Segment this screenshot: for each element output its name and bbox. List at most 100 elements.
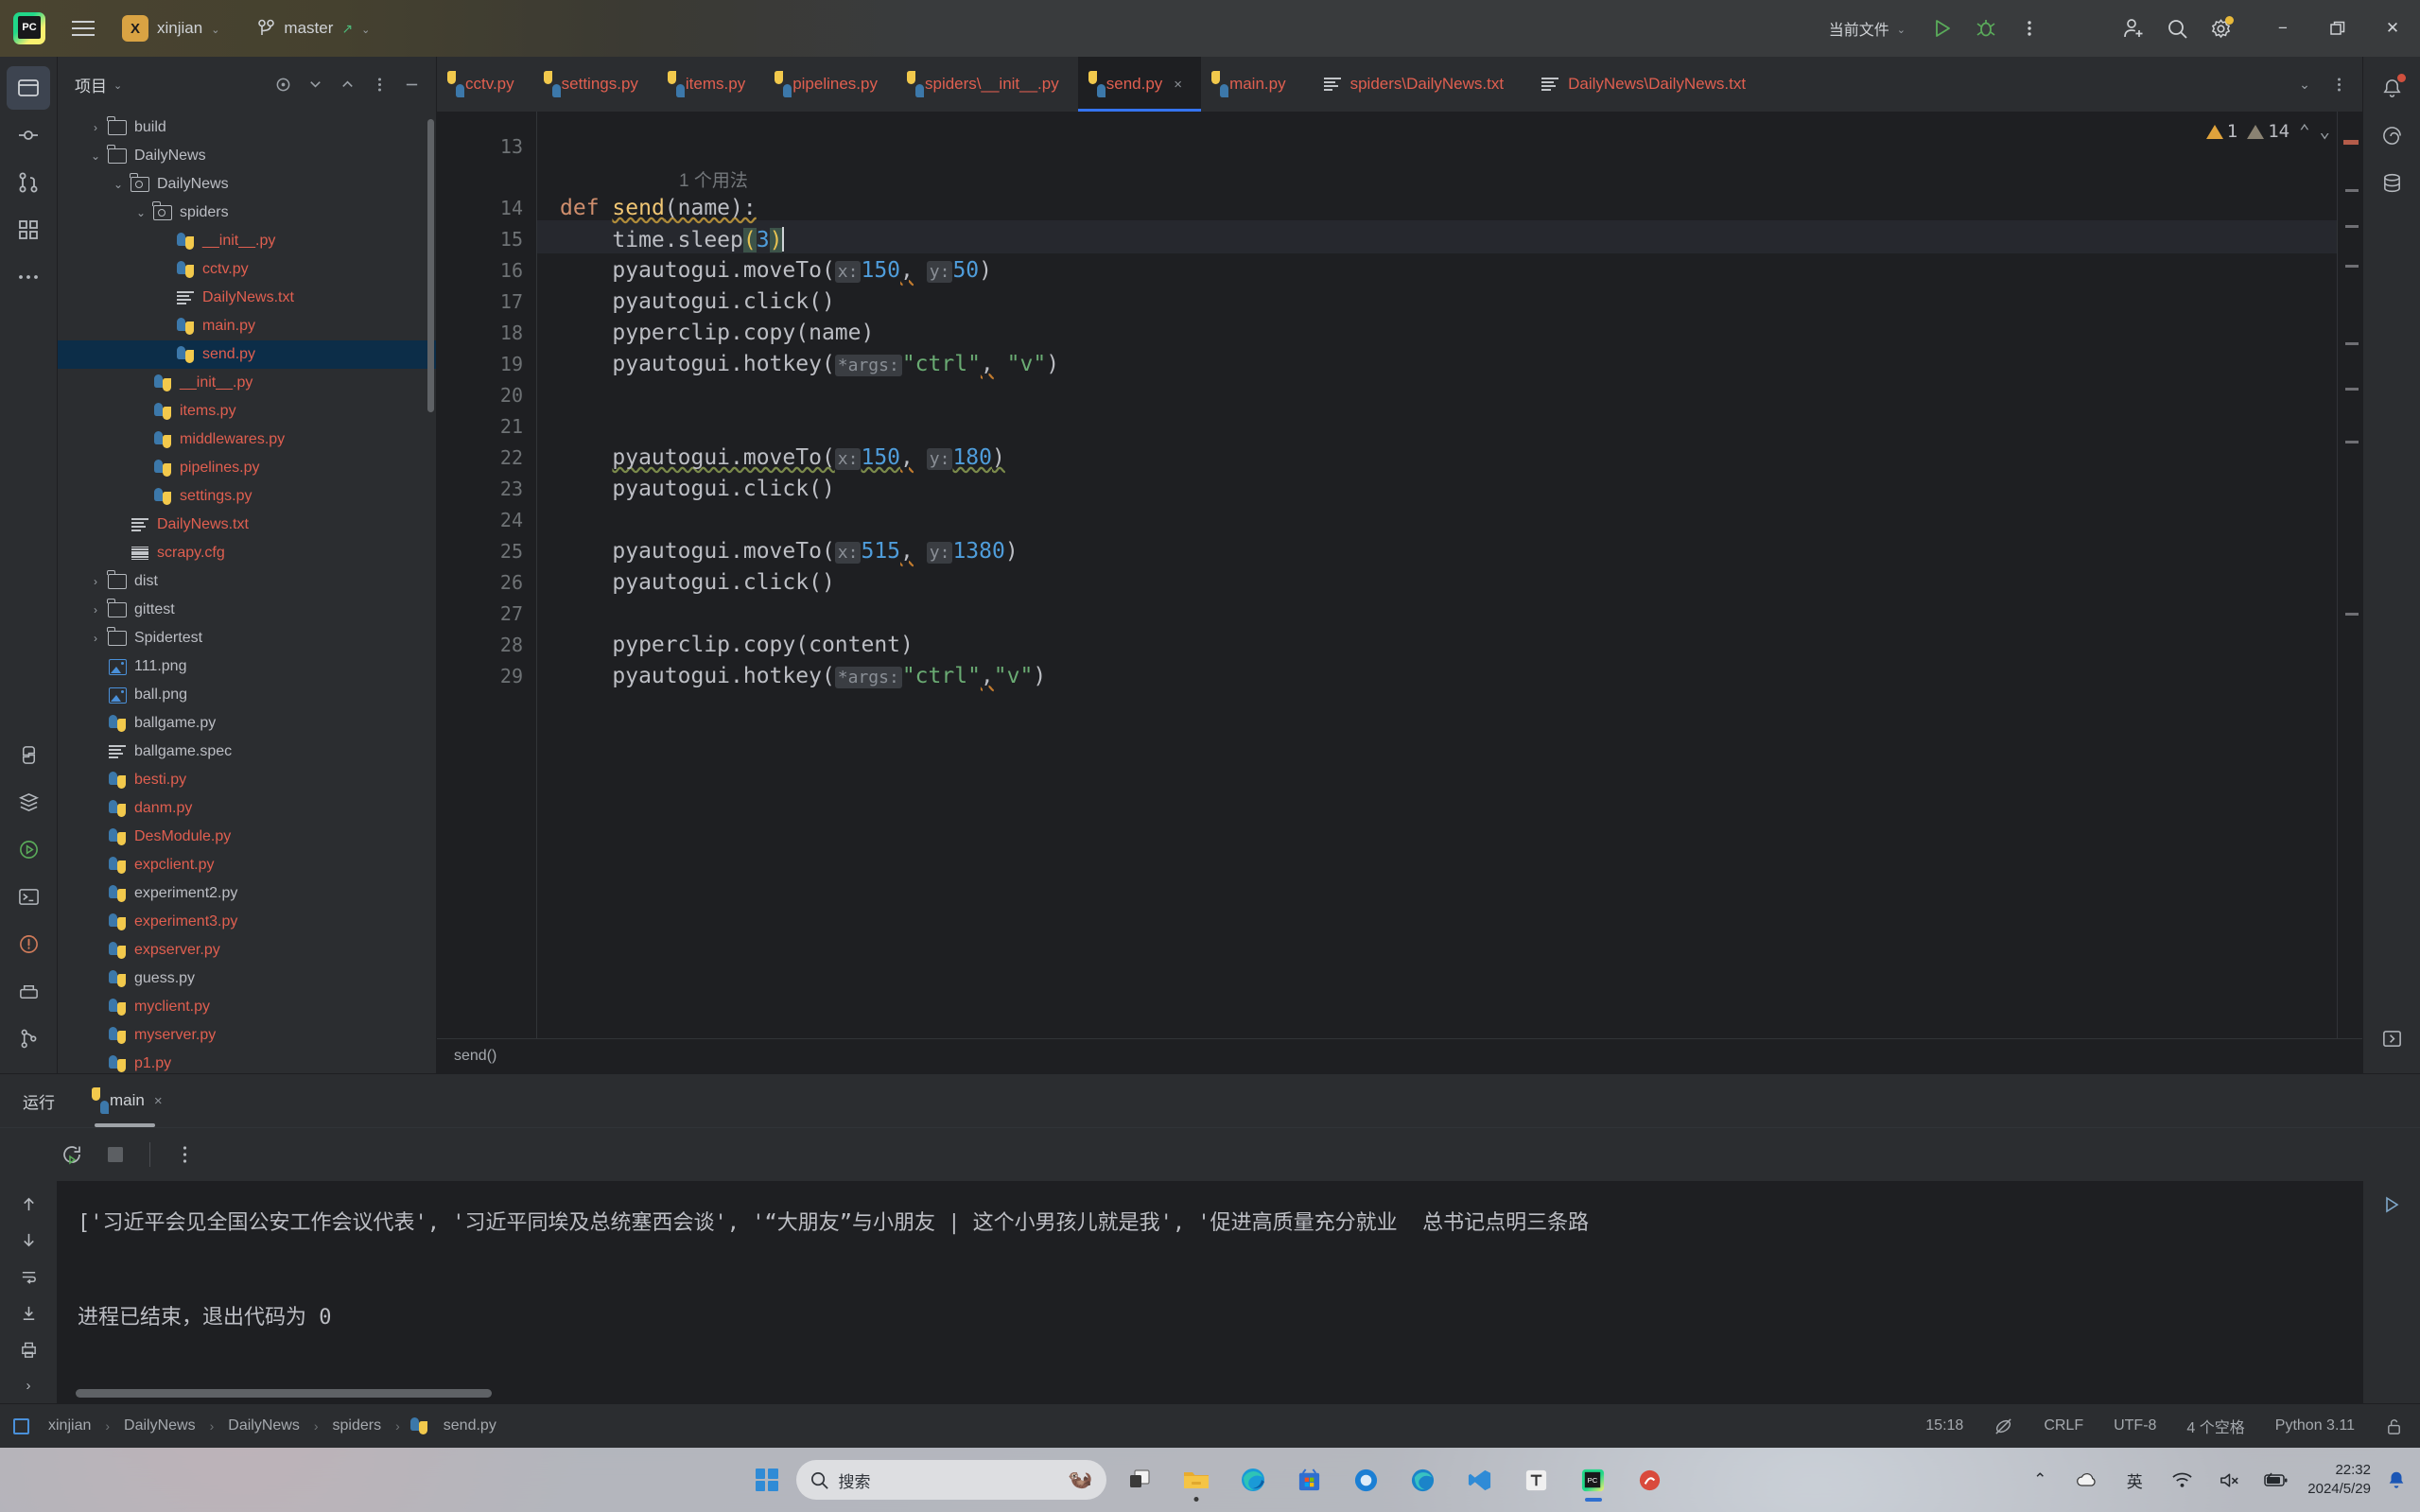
panel-options-icon[interactable] (364, 69, 394, 99)
project-widget[interactable]: X xinjian ⌄ (113, 10, 228, 46)
edge-icon[interactable] (1229, 1456, 1277, 1503)
project-tool-icon[interactable] (7, 66, 50, 110)
notifications-icon[interactable] (2370, 66, 2413, 110)
tree-item[interactable]: ›ball.png (58, 681, 436, 709)
soft-wrap-icon[interactable] (9, 1260, 47, 1295)
battery-charging-icon[interactable] (2260, 1464, 2292, 1496)
tree-item[interactable]: ⌄ DailyNews (58, 142, 436, 170)
next-problem-icon[interactable]: ⌄ (2320, 121, 2330, 142)
taskbar-clock[interactable]: 22:32 2024/5/29 (2307, 1461, 2371, 1500)
chevron-right-icon[interactable]: › (86, 575, 105, 588)
tab-list-chevron-icon[interactable]: ⌄ (2289, 68, 2321, 100)
chevron-down-icon[interactable]: ⌄ (109, 178, 128, 191)
version-control-icon[interactable] (7, 1017, 50, 1060)
breadcrumb-item[interactable]: spiders (329, 1416, 386, 1436)
expand-all-icon[interactable] (300, 69, 330, 99)
tree-item[interactable]: ⌄ spiders (58, 199, 436, 227)
project-tree-scrollbar[interactable] (427, 119, 434, 412)
file-encoding[interactable]: UTF-8 (2110, 1416, 2160, 1436)
typora-icon[interactable] (1513, 1456, 1560, 1503)
hide-panel-icon[interactable] (396, 69, 427, 99)
breadcrumb-item[interactable]: send.py (440, 1416, 500, 1436)
run-configuration-selector[interactable]: 当前文件 ⌄ (1819, 11, 1915, 45)
more-tool-windows-icon[interactable] (7, 255, 50, 299)
scroll-up-icon[interactable] (9, 1187, 47, 1222)
tree-item[interactable]: ›111.png (58, 652, 436, 681)
run-button[interactable] (1921, 7, 1964, 50)
scroll-to-end-icon[interactable] (9, 1296, 47, 1331)
more-actions-button[interactable] (2008, 7, 2051, 50)
tree-item[interactable]: ›experiment3.py (58, 908, 436, 936)
breadcrumb-item[interactable]: DailyNews (224, 1416, 304, 1436)
tree-item[interactable]: ›expclient.py (58, 851, 436, 879)
tree-item[interactable]: ›scrapy.cfg (58, 539, 436, 567)
status-time[interactable]: 15:18 (1922, 1416, 1967, 1436)
console-horizontal-scrollbar[interactable] (76, 1389, 492, 1398)
expand-panel-icon[interactable] (2370, 1017, 2413, 1060)
tree-item[interactable]: ›pipelines.py (58, 454, 436, 482)
prev-problem-icon[interactable]: ⌃ (2299, 121, 2309, 142)
minimize-button[interactable]: − (2255, 0, 2310, 57)
editor-tab[interactable]: cctv.py (437, 57, 533, 112)
code-editor[interactable]: 13 14 15 16 17 18 19 20 21 22 23 24 25 26 27 28 29 1 个用法… (437, 112, 2362, 1038)
tree-item[interactable]: ›DesModule.py (58, 823, 436, 851)
editor-tab[interactable]: settings.py (533, 57, 657, 112)
tree-item[interactable]: ›ballgame.py (58, 709, 436, 738)
search-icon[interactable] (2155, 7, 2199, 50)
editor-tab[interactable]: send.py × (1077, 57, 1202, 112)
code-text[interactable]: 1 个用法 def send(name): time.sleep(3) pyau… (537, 112, 2362, 1038)
chevron-down-icon[interactable]: ⌄ (131, 206, 150, 219)
structure-tool-icon[interactable] (7, 208, 50, 252)
editor-breadcrumb[interactable]: send() (437, 1038, 2362, 1073)
run-tool-icon[interactable] (7, 827, 50, 871)
services-icon[interactable] (7, 780, 50, 824)
cloud-icon[interactable] (2071, 1464, 2103, 1496)
run-more-options-icon[interactable] (165, 1136, 203, 1173)
problems-icon[interactable] (7, 922, 50, 965)
stop-icon[interactable] (96, 1136, 134, 1173)
tree-item[interactable]: ›myserver.py (58, 1021, 436, 1050)
inspections-toggle-icon[interactable] (1990, 1415, 2017, 1438)
tray-expand-chevron-icon[interactable]: ⌃ (2024, 1464, 2056, 1496)
console-output[interactable]: ['习近平会见全国公安工作会议代表', '习近平同埃及总统塞西会谈', '“大朋… (57, 1181, 2363, 1403)
vscode-icon[interactable] (1456, 1456, 1504, 1503)
close-icon[interactable]: × (1174, 77, 1182, 93)
tree-item[interactable]: ›DailyNews.txt (58, 511, 436, 539)
editor-tab[interactable]: items.py (657, 57, 764, 112)
tree-item[interactable]: ›experiment2.py (58, 879, 436, 908)
tree-item[interactable]: › gittest (58, 596, 436, 624)
tree-item[interactable]: ›p1.py (58, 1050, 436, 1073)
tree-item[interactable]: ›middlewares.py (58, 426, 436, 454)
tree-item[interactable]: ›besti.py (58, 766, 436, 794)
tree-item[interactable]: ›DailyNews.txt (58, 284, 436, 312)
microsoft-store-icon[interactable] (1286, 1456, 1333, 1503)
commit-tool-icon[interactable] (7, 113, 50, 157)
debug-button[interactable] (1964, 7, 2008, 50)
git-branch-widget[interactable]: master ↗ ⌄ (249, 14, 378, 43)
volume-muted-icon[interactable] (2213, 1464, 2245, 1496)
tree-item[interactable]: › build (58, 113, 436, 142)
tree-item[interactable]: ›ballgame.spec (58, 738, 436, 766)
tree-item[interactable]: ›myclient.py (58, 993, 436, 1021)
run-play-icon[interactable] (2373, 1187, 2411, 1223)
project-panel-title[interactable]: 项目 ⌄ (75, 73, 122, 96)
editor-tab[interactable]: main.py (1201, 57, 1305, 112)
tree-item[interactable]: ›danm.py (58, 794, 436, 823)
close-icon[interactable]: × (154, 1093, 163, 1109)
database-icon[interactable] (2370, 161, 2413, 204)
inspection-widget[interactable]: 1 14 ⌃ ⌄ (2205, 121, 2330, 142)
python-interpreter[interactable]: Python 3.11 (2272, 1416, 2359, 1436)
tree-item[interactable]: ⌄ DailyNews (58, 170, 436, 199)
notification-bell-icon[interactable] (2386, 1469, 2407, 1490)
start-button[interactable] (747, 1460, 787, 1500)
tree-item[interactable]: ›__init__.py (58, 369, 436, 397)
chevron-down-icon[interactable]: ⌄ (86, 149, 105, 163)
editor-marker-strip[interactable] (2337, 112, 2362, 1038)
ime-indicator[interactable]: 英 (2118, 1464, 2150, 1496)
chevron-right-icon[interactable]: › (86, 121, 105, 134)
task-view-icon[interactable] (1116, 1456, 1163, 1503)
app-blue-icon[interactable] (1343, 1456, 1390, 1503)
file-explorer-icon[interactable] (1173, 1456, 1220, 1503)
python-console-icon[interactable] (7, 733, 50, 776)
tree-item[interactable]: › Spidertest (58, 624, 436, 652)
